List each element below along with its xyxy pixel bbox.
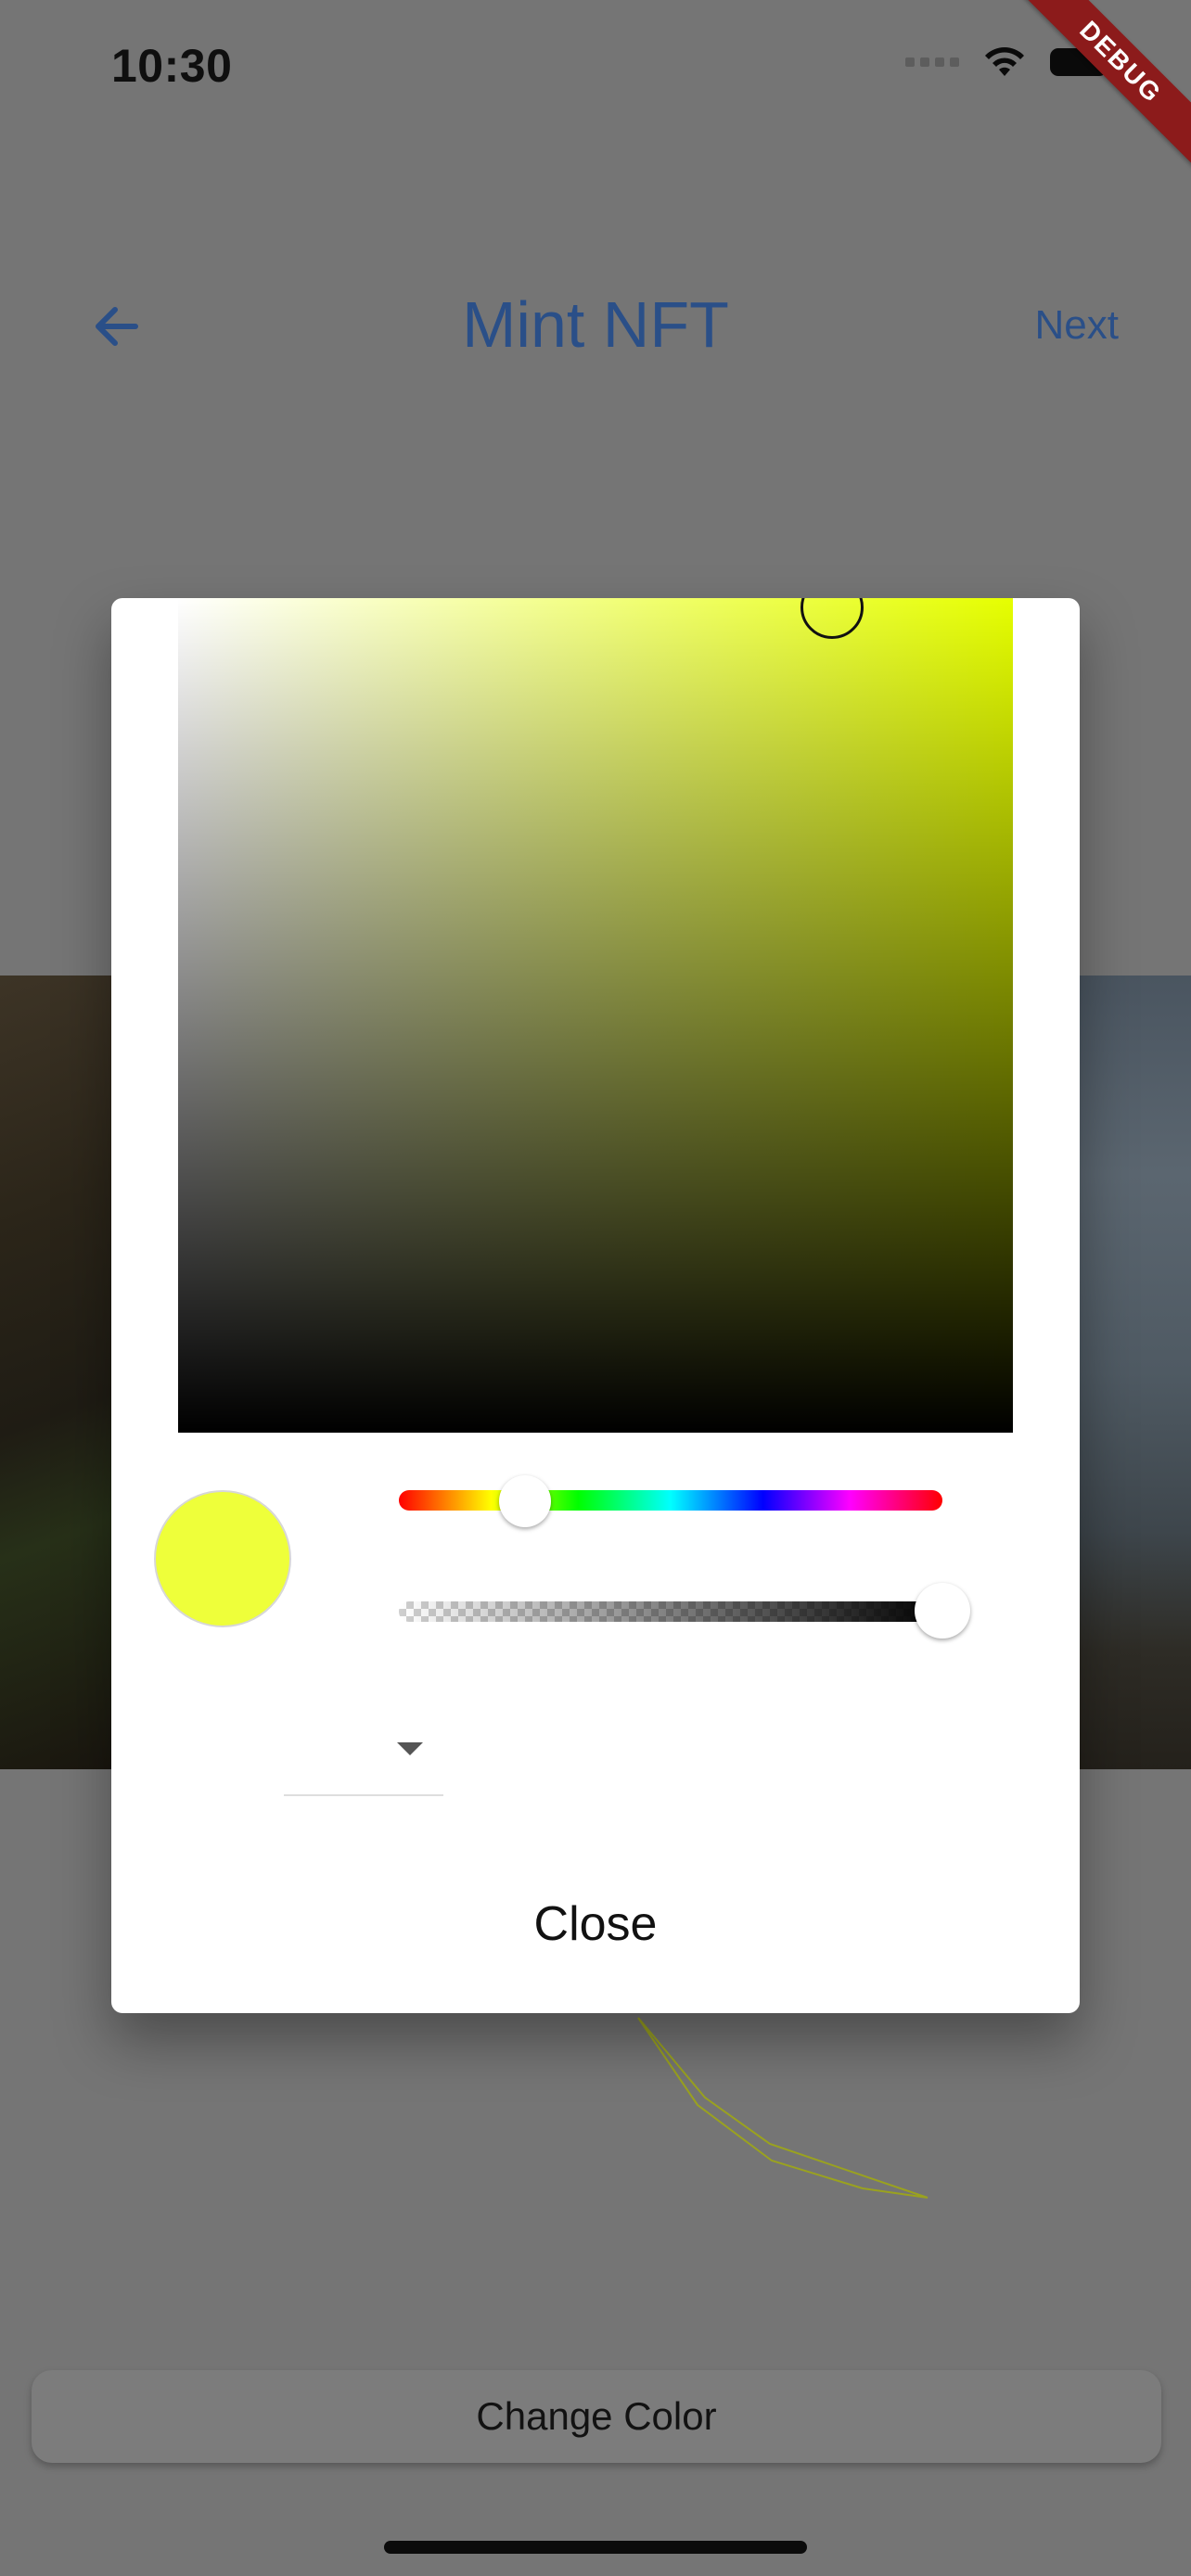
color-picker-dialog: Close: [111, 598, 1080, 2013]
close-button[interactable]: Close: [111, 1896, 1080, 1952]
color-format-dropdown[interactable]: [284, 1720, 443, 1796]
home-indicator: [384, 2541, 807, 2554]
screen: 10:30 DEBUG Mint NFT Next Close Change C…: [0, 0, 1191, 2576]
saturation-value-area[interactable]: [178, 598, 1013, 1433]
hue-slider[interactable]: [399, 1490, 942, 1511]
alpha-slider-thumb[interactable]: [915, 1583, 970, 1639]
alpha-slider[interactable]: [399, 1601, 942, 1622]
change-color-button[interactable]: Change Color: [32, 2370, 1161, 2463]
selected-color-preview: [154, 1490, 291, 1627]
saturation-value-handle[interactable]: [800, 598, 864, 639]
chevron-down-icon: [397, 1742, 423, 1755]
hue-slider-thumb[interactable]: [499, 1475, 551, 1527]
